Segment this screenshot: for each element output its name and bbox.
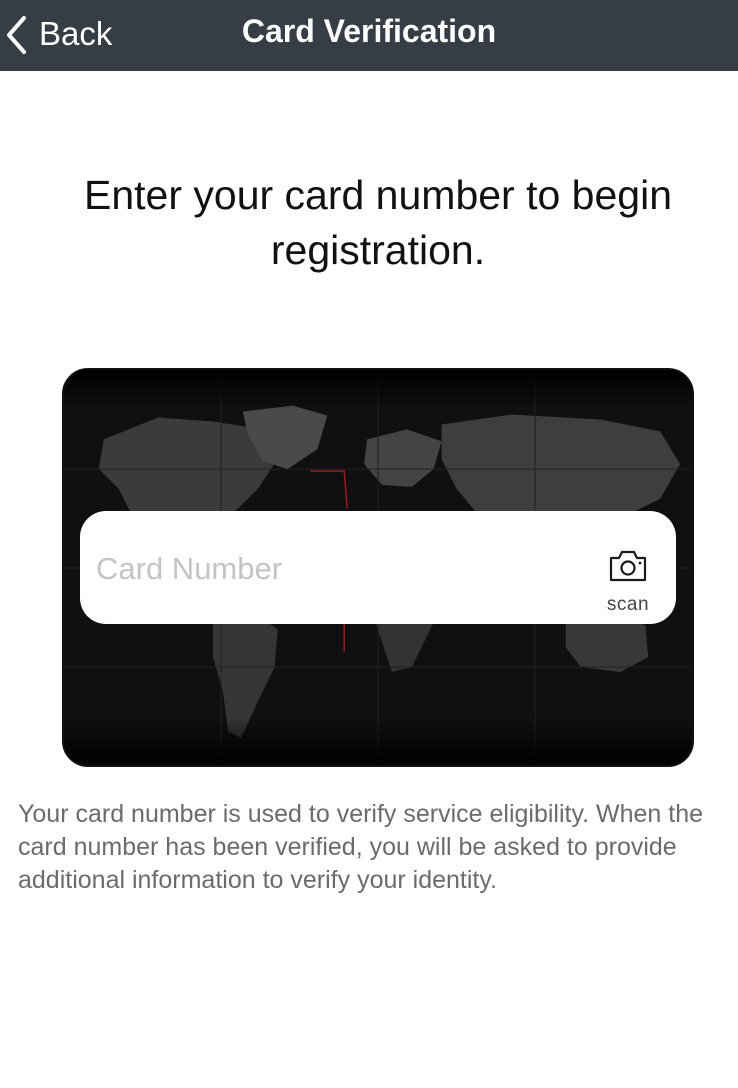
scan-button[interactable]: scan [586, 549, 670, 619]
scan-label: scan [606, 594, 650, 615]
headline: Enter your card number to begin registra… [84, 172, 672, 273]
card-number-input[interactable] [96, 541, 566, 597]
description-text: Your card number is used to verify servi… [18, 800, 704, 894]
card-number-field: scan [80, 511, 676, 624]
camera-icon [609, 550, 647, 582]
navigation-bar: Back Card Verification [0, 0, 738, 71]
page-title: Card Verification [241, 13, 497, 49]
